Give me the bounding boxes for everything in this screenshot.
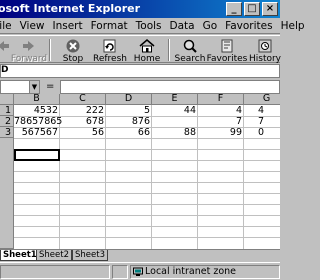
tab-sheet1[interactable]: Sheet1 bbox=[0, 250, 40, 261]
menu-favorites[interactable]: Favorites bbox=[221, 18, 276, 34]
sheet-tabs-bar: Sheet1 Sheet2 Sheet3 bbox=[0, 249, 280, 261]
title-bar: crosoft Internet Explorer _ □ × bbox=[0, 0, 280, 18]
active-cell-selection[interactable] bbox=[14, 149, 60, 161]
column-header-c[interactable]: C bbox=[60, 94, 106, 105]
menu-file[interactable]: File bbox=[0, 18, 16, 34]
history-label: History bbox=[248, 54, 282, 64]
address-bar: D bbox=[0, 64, 280, 78]
maximize-button[interactable]: □ bbox=[244, 2, 260, 16]
equals-button[interactable]: = bbox=[46, 81, 54, 93]
name-box[interactable]: ▼ bbox=[0, 80, 40, 94]
cell-f3[interactable]: 99 bbox=[198, 127, 244, 138]
status-progress-pane bbox=[112, 265, 128, 279]
cell-c2[interactable]: 678 bbox=[60, 116, 106, 127]
stop-button[interactable]: Stop bbox=[54, 38, 92, 64]
menu-format[interactable]: Format bbox=[87, 18, 132, 34]
row-header-1[interactable]: 1 bbox=[0, 105, 14, 116]
menu-go[interactable]: Go bbox=[199, 18, 222, 34]
cell-b2[interactable]: 78657865 bbox=[14, 116, 62, 127]
name-box-dropdown-icon[interactable]: ▼ bbox=[29, 81, 39, 93]
menu-bar: File View Insert Format Tools Data Go Fa… bbox=[0, 18, 305, 34]
tab-sheet3[interactable]: Sheet3 bbox=[72, 250, 108, 261]
search-icon bbox=[183, 39, 197, 53]
formula-bar: ▼ = bbox=[0, 80, 280, 94]
column-header-b[interactable]: B bbox=[14, 94, 60, 105]
minimize-button[interactable]: _ bbox=[226, 2, 242, 16]
column-header-g[interactable]: G bbox=[244, 94, 280, 105]
home-button[interactable]: Home bbox=[128, 38, 166, 64]
cell-e3[interactable]: 88 bbox=[152, 127, 198, 138]
menu-view[interactable]: View bbox=[16, 18, 49, 34]
menu-tools[interactable]: Tools bbox=[132, 18, 166, 34]
column-header-e[interactable]: E bbox=[152, 94, 198, 105]
formula-input[interactable] bbox=[60, 80, 280, 94]
refresh-label: Refresh bbox=[93, 54, 127, 64]
select-all-corner[interactable] bbox=[0, 94, 14, 105]
row-header-3[interactable]: 3 bbox=[0, 127, 14, 138]
cell-d2[interactable]: 876 bbox=[106, 116, 152, 127]
standard-toolbar: Forward Stop Refresh Home Search Favorit… bbox=[0, 35, 281, 64]
column-header-f[interactable]: F bbox=[198, 94, 244, 105]
search-label: Search bbox=[174, 54, 206, 64]
window-title: crosoft Internet Explorer bbox=[0, 2, 141, 15]
history-icon bbox=[258, 39, 272, 53]
status-message-pane bbox=[0, 265, 110, 279]
menu-insert[interactable]: Insert bbox=[49, 18, 87, 34]
cell-c3[interactable]: 56 bbox=[60, 127, 106, 138]
forward-button[interactable]: Forward bbox=[10, 38, 48, 64]
toolbar-separator bbox=[168, 39, 170, 61]
cell-g3[interactable]: 0 bbox=[244, 127, 266, 138]
page-icon: D bbox=[1, 65, 9, 75]
cell-d3[interactable]: 66 bbox=[106, 127, 152, 138]
row-header-blank bbox=[0, 138, 14, 249]
favorites-button[interactable]: Favorites bbox=[206, 38, 248, 64]
favorites-icon bbox=[221, 39, 233, 53]
row-header-2[interactable]: 2 bbox=[0, 116, 14, 127]
address-input[interactable] bbox=[0, 64, 280, 78]
column-header-d[interactable]: D bbox=[106, 94, 152, 105]
cell-d1[interactable]: 5 bbox=[106, 105, 152, 116]
toolbar-separator bbox=[49, 39, 51, 61]
cell-b1[interactable]: 4532 bbox=[14, 105, 60, 116]
search-button[interactable]: Search bbox=[171, 38, 209, 64]
status-bar: Local intranet zone bbox=[0, 262, 280, 280]
cell-b3[interactable]: 567567 bbox=[14, 127, 60, 138]
security-zone-pane: Local intranet zone bbox=[130, 265, 280, 279]
forward-label: Forward bbox=[10, 54, 48, 64]
refresh-icon bbox=[103, 39, 116, 53]
security-zone-label: Local intranet zone bbox=[145, 266, 237, 277]
cell-g2[interactable]: 7 bbox=[244, 116, 266, 127]
menu-data[interactable]: Data bbox=[166, 18, 199, 34]
cell-e1[interactable]: 44 bbox=[152, 105, 198, 116]
home-icon bbox=[139, 39, 155, 53]
favorites-label: Favorites bbox=[206, 54, 248, 64]
tab-sheet2[interactable]: Sheet2 bbox=[36, 250, 72, 261]
stop-icon bbox=[66, 39, 80, 53]
stop-label: Stop bbox=[62, 54, 84, 64]
cell-f2[interactable]: 7 bbox=[198, 116, 244, 127]
history-button[interactable]: History bbox=[246, 38, 284, 64]
intranet-zone-icon bbox=[133, 267, 143, 276]
cell-g1[interactable]: 4 bbox=[244, 105, 266, 116]
close-button[interactable]: × bbox=[262, 2, 278, 16]
menu-help[interactable]: Help bbox=[277, 18, 309, 34]
spreadsheet-grid: B C D E F G 1 2 3 4532 222 5 44 4 4 7865… bbox=[0, 94, 280, 249]
refresh-button[interactable]: Refresh bbox=[91, 38, 129, 64]
home-label: Home bbox=[133, 54, 161, 64]
cell-e2[interactable] bbox=[152, 116, 198, 127]
forward-arrow-icon bbox=[23, 41, 34, 51]
cell-f1[interactable]: 4 bbox=[198, 105, 244, 116]
cell-c1[interactable]: 222 bbox=[60, 105, 106, 116]
